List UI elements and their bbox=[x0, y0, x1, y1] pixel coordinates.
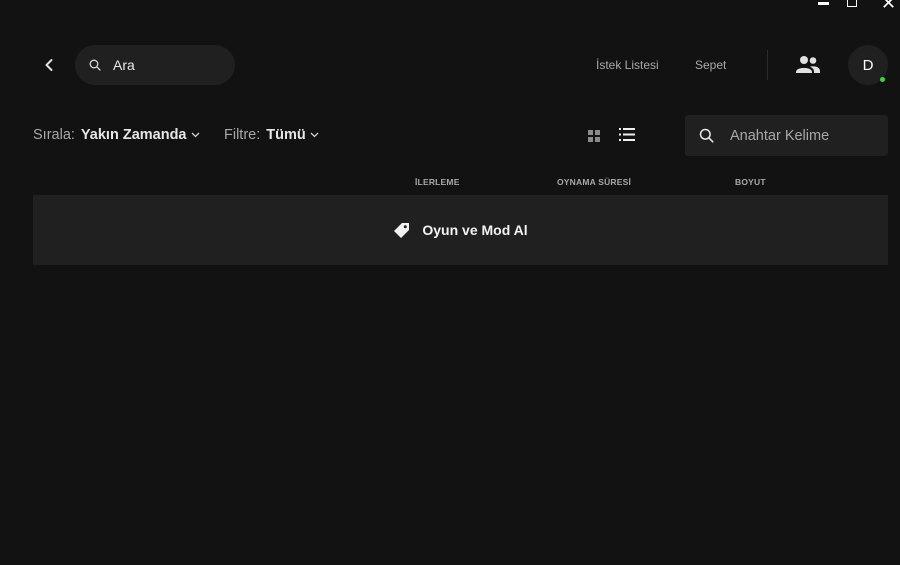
keyword-search[interactable] bbox=[685, 115, 888, 156]
filter-label: Filtre: bbox=[224, 127, 261, 143]
back-button[interactable] bbox=[38, 54, 60, 76]
list-icon bbox=[619, 128, 635, 141]
column-playtime[interactable]: OYNAMA SÜRESİ bbox=[557, 177, 631, 187]
chevron-down-icon bbox=[191, 132, 199, 138]
maximize-icon[interactable] bbox=[847, 0, 857, 7]
wishlist-link[interactable]: İstek Listesi bbox=[596, 58, 659, 72]
online-status-dot bbox=[880, 77, 885, 82]
filter-dropdown[interactable]: Tümü bbox=[266, 127, 319, 143]
sort-dropdown[interactable]: Yakın Zamanda bbox=[81, 127, 200, 143]
empty-library-panel: Oyun ve Mod Al bbox=[33, 195, 888, 265]
header-divider bbox=[767, 50, 768, 80]
search-input[interactable] bbox=[111, 56, 225, 74]
column-progress[interactable]: İLERLEME bbox=[415, 177, 460, 187]
friends-icon bbox=[796, 56, 820, 73]
store-search[interactable] bbox=[75, 45, 235, 85]
filter-control: Filtre: Tümü bbox=[224, 127, 319, 143]
chevron-left-icon bbox=[45, 59, 53, 71]
search-icon bbox=[699, 128, 714, 143]
minimize-icon[interactable] bbox=[818, 2, 829, 5]
filter-value: Tümü bbox=[266, 127, 306, 143]
grid-view-button[interactable] bbox=[588, 129, 600, 142]
get-games-mods-label: Oyun ve Mod Al bbox=[422, 222, 528, 238]
chevron-down-icon bbox=[310, 132, 319, 138]
cart-link[interactable]: Sepet bbox=[695, 58, 726, 72]
grid-icon bbox=[588, 130, 600, 142]
column-size[interactable]: BOYUT bbox=[735, 177, 766, 187]
keyword-input[interactable] bbox=[728, 126, 882, 145]
sort-value: Yakın Zamanda bbox=[80, 127, 187, 143]
close-icon[interactable]: ✕ bbox=[881, 0, 896, 12]
sort-control: Sırala: Yakın Zamanda bbox=[33, 127, 200, 143]
get-games-mods-button[interactable]: Oyun ve Mod Al bbox=[393, 222, 528, 239]
search-icon bbox=[89, 59, 101, 71]
price-tag-icon bbox=[394, 222, 410, 238]
list-view-button[interactable] bbox=[619, 127, 635, 142]
sort-label: Sırala: bbox=[33, 127, 75, 143]
friends-button[interactable] bbox=[795, 54, 821, 76]
